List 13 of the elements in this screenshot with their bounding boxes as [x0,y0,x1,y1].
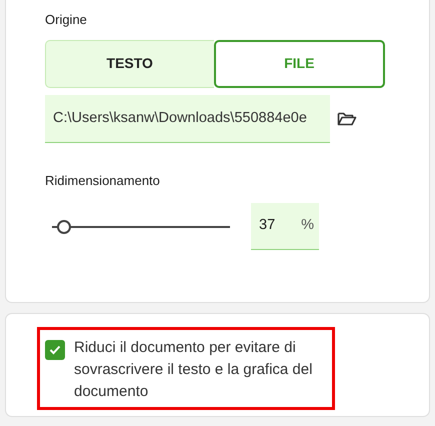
section-label: Ridimensionamento [45,172,161,190]
checkmark-icon [49,345,61,355]
segment-tab[interactable]: FILE [214,40,385,88]
percent-value: 37 [259,216,276,236]
folder-icon[interactable] [337,110,357,126]
checkbox[interactable] [45,340,65,360]
percent-field[interactable]: 37 % [251,203,319,250]
checkbox-label: Riduci il documento per evitare di sovrascrivere il testo e la grafica del documento [74,338,314,402]
segment-tab[interactable]: TESTO [45,40,214,88]
section-label: Origine [45,11,88,29]
slider-thumb[interactable] [57,220,72,234]
file-path-field[interactable]: C:\Users\ksanw\Downloads\550884e0e [45,94,330,142]
unit-label: % [301,216,314,236]
